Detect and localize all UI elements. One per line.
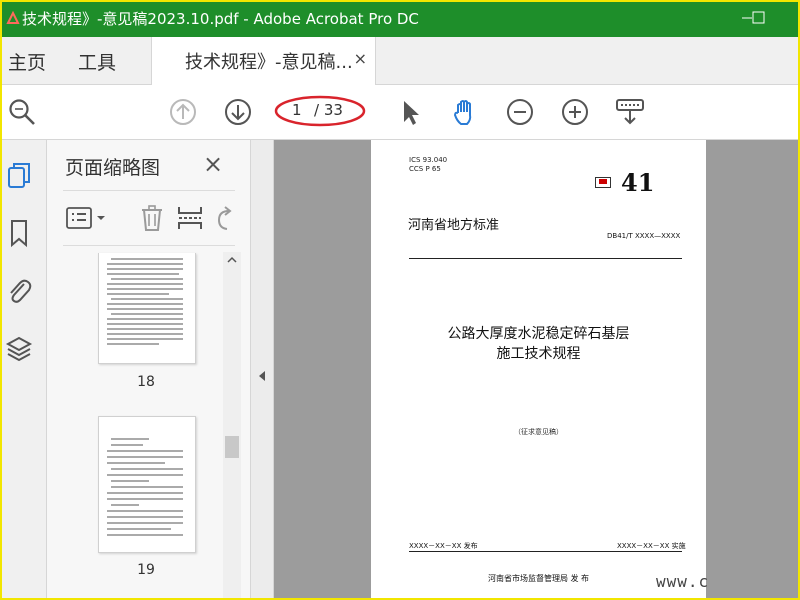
rotate-page-icon[interactable] [211, 203, 235, 233]
divider-top [409, 258, 682, 259]
page-thumbnail-19[interactable] [98, 416, 196, 553]
tools-menu[interactable]: 工具 [78, 48, 116, 75]
total-pages: / 33 [314, 101, 343, 119]
bookmark-icon[interactable] [5, 218, 33, 248]
menu-bar: 主页 工具 ? 登 [0, 37, 800, 111]
toolbar: 1 / 33 [0, 85, 800, 140]
implement-date: XXXX－XX－XX 实施 [617, 542, 686, 550]
draft-note: （征求意见稿） [514, 428, 563, 436]
options-menu-icon[interactable] [65, 203, 109, 233]
scroll-up-icon[interactable] [226, 254, 238, 266]
document-title-line2: 施工技术规程 [496, 346, 581, 362]
title-bar: 技术规程》-意见稿2023.10.pdf - Adobe Acrobat Pro… [0, 0, 800, 37]
scroll-mode-icon[interactable] [614, 96, 646, 128]
page-thumbnail-18[interactable] [98, 253, 196, 364]
select-cursor-icon[interactable] [395, 96, 427, 128]
pdf-page: ICS 93.040 CCS P 65 41 河南省地方标准 DB41/T XX… [371, 140, 706, 600]
panel-collapse-strip[interactable] [251, 140, 274, 600]
page-number-box[interactable]: 1 / 33 [274, 95, 366, 127]
document-tab[interactable]: 技术规程》-意见稿... × [151, 37, 376, 85]
close-tab-icon[interactable]: × [354, 49, 367, 68]
home-menu[interactable]: 主页 [8, 48, 46, 75]
thumbnail-text-lines [107, 258, 183, 345]
standard-type: 河南省地方标准 [408, 218, 500, 233]
insert-page-icon[interactable] [175, 203, 205, 233]
current-page-input[interactable]: 1 [292, 101, 302, 119]
collapse-arrow-icon[interactable] [257, 370, 267, 382]
next-page-icon[interactable] [222, 96, 254, 128]
hand-tool-icon[interactable] [449, 96, 481, 128]
window-title: 技术规程》-意见稿2023.10.pdf - Adobe Acrobat Pro… [22, 10, 419, 28]
thumbnail-label: 19 [137, 562, 155, 578]
document-tab-label: 技术规程》-意见稿... [185, 52, 353, 73]
province-code: 41 [621, 168, 655, 197]
ics-classification: ICS 93.040 CCS P 65 [409, 156, 447, 174]
zoom-in-icon[interactable] [559, 96, 591, 128]
ccs-line: CCS P 65 [409, 165, 441, 173]
close-panel-icon[interactable]: × [203, 150, 223, 178]
left-rail [0, 140, 47, 600]
document-canvas[interactable]: ICS 93.040 CCS P 65 41 河南省地方标准 DB41/T XX… [274, 140, 800, 600]
acrobat-logo-icon [6, 11, 20, 24]
publish-date: XXXX－XX－XX 发布 [409, 542, 478, 550]
delete-page-icon[interactable] [137, 203, 167, 233]
divider-bottom [409, 551, 682, 552]
thumbnail-scrollbar[interactable] [223, 252, 241, 600]
previous-page-icon[interactable] [167, 96, 199, 128]
watermark-text: www.c [656, 572, 710, 591]
zoom-out-icon[interactable] [504, 96, 536, 128]
search-icon[interactable] [6, 96, 38, 128]
panel-toolbar [63, 190, 235, 246]
thumbnail-label: 18 [137, 374, 155, 390]
thumbnail-text-lines [107, 438, 183, 536]
panel-title: 页面缩略图 [65, 157, 161, 179]
page-thumbnails-icon[interactable] [5, 160, 33, 190]
scrollbar-thumb[interactable] [225, 436, 239, 458]
standard-code: DB41/T XXXX—XXXX [607, 232, 681, 240]
standard-mark-icon [595, 177, 611, 188]
ics-line: ICS 93.040 [409, 156, 448, 164]
document-title-line1: 公路大厚度水泥稳定碎石基层 [447, 326, 630, 342]
maximize-icon[interactable] [740, 4, 786, 32]
layers-icon[interactable] [5, 334, 33, 364]
attachment-icon[interactable] [5, 276, 33, 306]
thumbnail-panel: 页面缩略图 × 18 19 [47, 140, 251, 600]
